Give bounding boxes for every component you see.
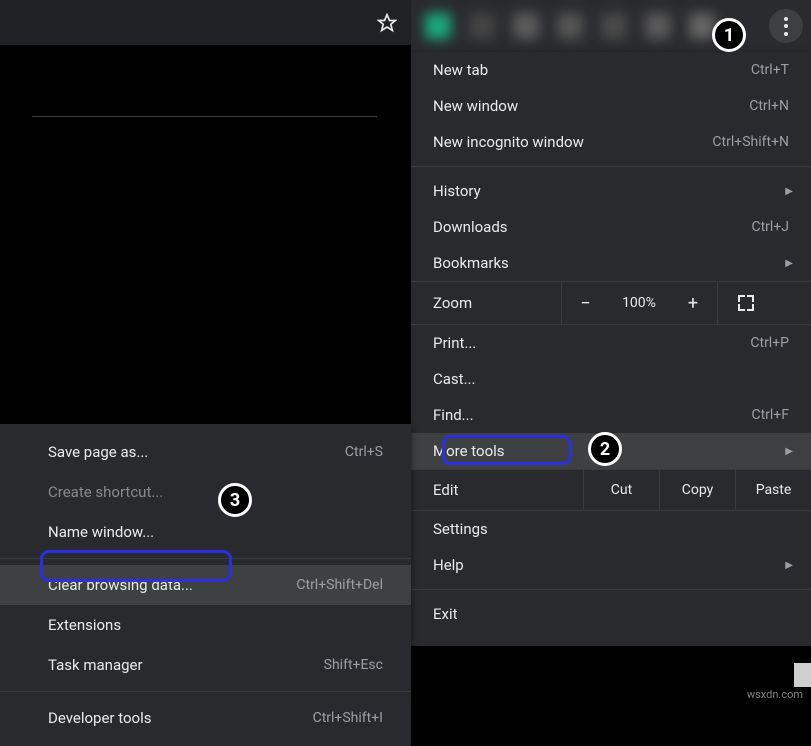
menu-label: Extensions [48,616,383,634]
menu-label: New tab [433,61,751,79]
menu-kebab-icon[interactable] [769,9,803,43]
shortcut: Ctrl+Shift+N [712,134,789,150]
menu-help[interactable]: Help ▶ [411,547,811,583]
shortcut: Ctrl+S [345,444,383,460]
shortcut: Ctrl+T [751,62,789,78]
menu-edit-row: Edit Cut Copy Paste [411,469,811,511]
menu-bookmarks[interactable]: Bookmarks ▶ [411,245,811,281]
browser-toolbar [411,0,811,52]
shortcut: Ctrl+N [749,98,789,114]
menu-cast[interactable]: Cast... [411,361,811,397]
zoom-out-button[interactable]: − [561,282,609,324]
menu-settings[interactable]: Settings [411,511,811,547]
submenu-save-page[interactable]: Save page as... Ctrl+S [0,432,411,472]
edit-cut-button[interactable]: Cut [583,470,659,510]
menu-print[interactable]: Print... Ctrl+P [411,325,811,361]
shortcut: Ctrl+J [751,219,789,235]
menu-label: Create shortcut... [48,483,383,501]
menu-label: Downloads [433,218,751,236]
menu-label: Cast... [433,370,789,388]
menu-label: Save page as... [48,443,345,461]
menu-label: Clear browsing data... [48,576,296,594]
menu-label: More tools [433,442,789,460]
edit-paste-button[interactable]: Paste [735,470,811,510]
submenu-caret-icon: ▶ [785,258,793,269]
submenu-developer-tools[interactable]: Developer tools Ctrl+Shift+I [0,698,411,738]
shortcut: Ctrl+F [751,407,789,423]
menu-label: Name window... [48,523,383,541]
zoom-value: 100% [609,295,669,311]
shortcut: Ctrl+Shift+Del [296,577,383,593]
submenu-clear-browsing-data[interactable]: Clear browsing data... Ctrl+Shift+Del [0,565,411,605]
submenu-task-manager[interactable]: Task manager Shift+Esc [0,645,411,685]
bookmark-star-icon[interactable] [375,11,399,35]
menu-separator [0,558,411,559]
submenu-caret-icon: ▶ [785,186,793,197]
edit-copy-button[interactable]: Copy [659,470,735,510]
fullscreen-icon [738,295,754,311]
submenu-name-window[interactable]: Name window... [0,512,411,552]
shortcut: Ctrl+P [750,335,789,351]
menu-more-tools[interactable]: More tools ▶ [411,433,811,469]
edit-label: Edit [411,481,583,499]
menu-zoom-row: Zoom − 100% + [411,281,811,325]
watermark: wsxdn.com [747,688,803,701]
submenu-caret-icon: ▶ [785,560,793,571]
omnibox-toolbar [0,0,411,46]
menu-label: Exit [433,605,789,623]
menu-separator [411,166,811,167]
menu-label: Developer tools [48,709,313,727]
scrollbar-stub [794,663,811,687]
submenu-create-shortcut[interactable]: Create shortcut... [0,472,411,512]
menu-label: Help [433,556,789,574]
menu-history[interactable]: History ▶ [411,173,811,209]
menu-label: Task manager [48,656,324,674]
shortcut: Ctrl+Shift+I [313,710,383,726]
menu-label: Print... [433,334,750,352]
menu-label: New window [433,97,749,115]
menu-separator [411,589,811,590]
menu-label: Find... [433,406,751,424]
menu-label: New incognito window [433,133,712,151]
menu-new-incognito[interactable]: New incognito window Ctrl+Shift+N [411,124,811,160]
menu-label: Settings [433,520,789,538]
menu-separator [0,691,411,692]
menu-label: Bookmarks [433,254,789,272]
more-tools-submenu: Save page as... Ctrl+S Create shortcut..… [0,424,411,746]
zoom-label: Zoom [411,294,561,312]
menu-new-window[interactable]: New window Ctrl+N [411,88,811,124]
menu-find[interactable]: Find... Ctrl+F [411,397,811,433]
submenu-caret-icon: ▶ [785,446,793,457]
menu-downloads[interactable]: Downloads Ctrl+J [411,209,811,245]
zoom-in-button[interactable]: + [669,282,717,324]
fullscreen-button[interactable] [717,282,773,324]
shortcut: Shift+Esc [324,657,383,673]
menu-exit[interactable]: Exit [411,596,811,632]
main-menu: New tab Ctrl+T New window Ctrl+N New inc… [411,52,811,646]
menu-new-tab[interactable]: New tab Ctrl+T [411,52,811,88]
submenu-extensions[interactable]: Extensions [0,605,411,645]
menu-label: History [433,182,789,200]
extension-icons-blurred [425,13,715,39]
content-divider [32,116,377,117]
